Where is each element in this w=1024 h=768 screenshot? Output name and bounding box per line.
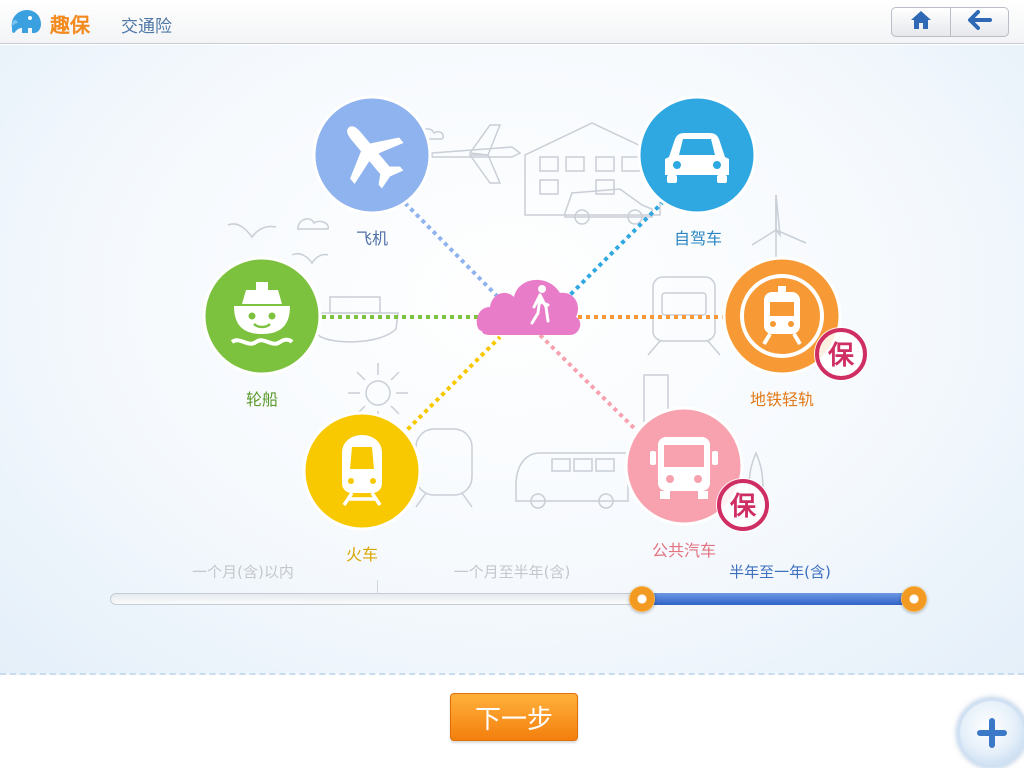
transport-train[interactable] (302, 411, 422, 531)
back-arrow-icon (967, 9, 993, 35)
duration-option-2[interactable]: 一个月至半年(含) (454, 561, 571, 582)
traveler-hub (476, 279, 581, 335)
label-car: 自驾车 (673, 229, 723, 248)
duration-option-1[interactable]: 一个月(含)以内 (192, 561, 294, 582)
transport-selection-panel: 保 保 飞机 自驾车 轮船 地铁轻轨 火车 公共汽车 一个月(含)以内 一个月至… (0, 45, 1024, 675)
next-step-button[interactable]: 下一步 (450, 693, 578, 741)
slider-divider (377, 580, 378, 594)
label-bus: 公共汽车 (651, 541, 717, 560)
duration-option-3[interactable]: 半年至一年(含) (729, 561, 831, 582)
slider-handle-start[interactable] (628, 586, 655, 612)
connector-bus (538, 333, 638, 432)
transport-ship[interactable] (202, 256, 322, 376)
elephant-logo-icon (8, 6, 44, 38)
home-button[interactable] (892, 8, 951, 36)
back-button[interactable] (951, 8, 1008, 36)
connector-train (400, 335, 502, 437)
insured-stamp-bus: 保 (716, 478, 770, 532)
nav-button-group (891, 7, 1009, 37)
label-plane: 飞机 (355, 229, 389, 248)
slider-handle-end[interactable] (901, 586, 927, 612)
stamp-text-metro: 保 (827, 341, 855, 371)
plus-icon (975, 716, 1009, 754)
transport-plane[interactable] (312, 95, 432, 215)
add-button[interactable] (957, 698, 1024, 768)
label-ship: 轮船 (245, 390, 279, 409)
insured-stamp-metro: 保 (814, 327, 868, 381)
home-icon (909, 9, 933, 35)
label-metro: 地铁轻轨 (749, 390, 815, 409)
brand-name: 趣保 (50, 13, 90, 37)
duration-slider-range (641, 593, 914, 605)
app-header: 趣保 交通险 (0, 0, 1024, 44)
app-screen: 趣保 交通险 保 保 飞机 自驾车 轮船 地铁轻轨 火车 公共汽车 一个月(含)… (0, 0, 1024, 768)
transport-car[interactable] (637, 95, 757, 215)
label-train: 火车 (345, 545, 379, 564)
connector-plane (403, 201, 502, 301)
stamp-text-bus: 保 (729, 492, 757, 522)
page-title: 交通险 (121, 17, 172, 37)
